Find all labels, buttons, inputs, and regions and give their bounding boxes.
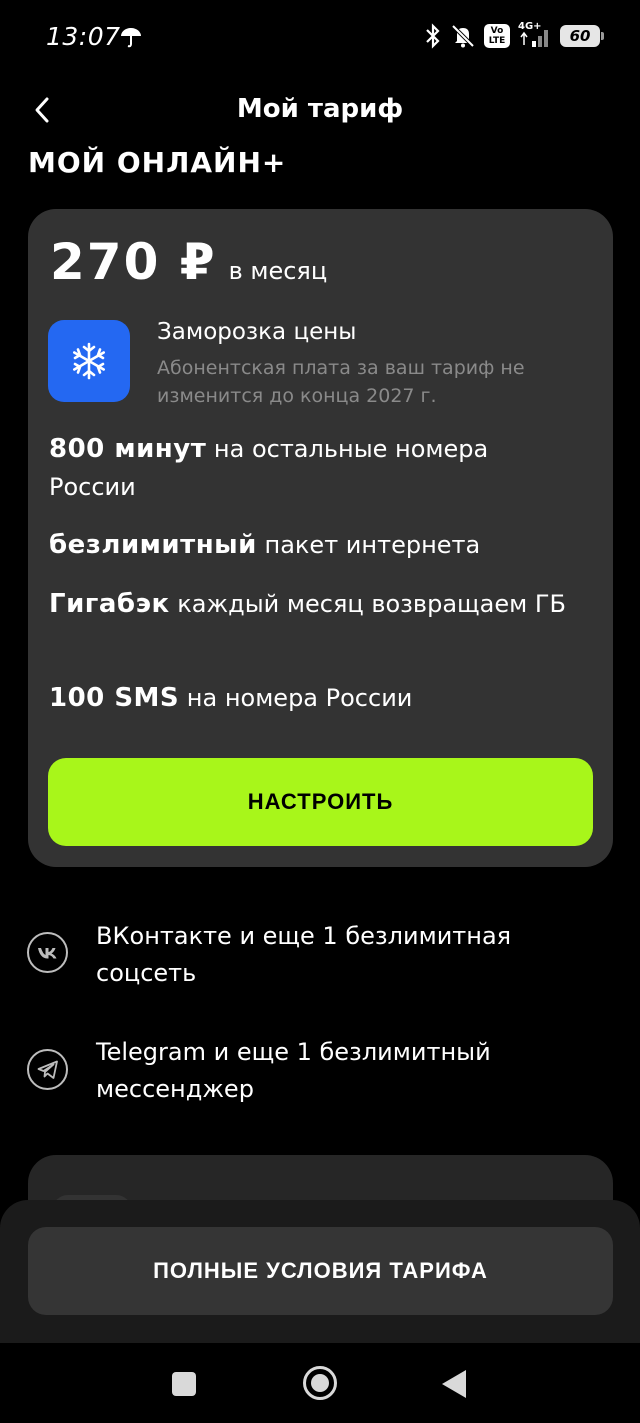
feature-minutes: 800 минут на остальные номера России — [49, 430, 579, 506]
screen: 13:07 Vo LTE 4G+ 60 Мой тариф МОЙ ОНЛАЙН… — [0, 0, 640, 1423]
feature-text: на номера России — [186, 684, 413, 712]
feature-sms: 100 SMS на номера России — [49, 679, 579, 717]
back-triangle-icon[interactable] — [442, 1370, 466, 1398]
feature-internet: безлимитный пакет интернета — [49, 526, 579, 564]
social-text: ВКонтакте и еще 1 безлимитная соцсеть — [96, 922, 512, 987]
status-bar: 13:07 Vo LTE 4G+ 60 — [0, 0, 640, 72]
feature-bold: 800 минут — [49, 434, 207, 464]
bluetooth-icon — [426, 23, 440, 49]
volte-badge: Vo LTE — [484, 24, 510, 48]
recents-icon[interactable] — [172, 1372, 196, 1396]
feature-bold: 100 SMS — [49, 683, 180, 713]
tariff-name: МОЙ ОНЛАЙН+ — [28, 146, 287, 179]
home-icon[interactable] — [303, 1366, 337, 1400]
full-terms-label: ПОЛНЫЕ УСЛОВИЯ ТАРИФА — [153, 1258, 488, 1283]
snowflake-icon — [48, 320, 130, 402]
feature-gigaback: Гигабэк каждый месяц возвращаем ГБ — [49, 585, 579, 623]
configure-label: НАСТРОИТЬ — [247, 789, 394, 814]
social-text: Telegram и еще 1 безлимитный мессенджер — [96, 1038, 491, 1103]
feature-text: пакет интернета — [264, 531, 481, 559]
system-nav-bar — [0, 1343, 640, 1423]
battery-icon: 60 — [560, 25, 604, 47]
telegram-icon — [27, 1049, 68, 1090]
bottom-sheet: ПОЛНЫЕ УСЛОВИЯ ТАРИФА — [0, 1200, 640, 1343]
signal-icon: 4G+ — [518, 21, 552, 49]
vk-icon — [27, 932, 68, 973]
freeze-title: Заморозка цены — [157, 319, 357, 345]
tariff-card: 270 ₽ в месяц Заморозка цены Абонентская… — [28, 209, 613, 867]
status-time: 13:07 — [46, 22, 121, 51]
network-type: 4G+ — [518, 21, 542, 32]
status-icons: Vo LTE 4G+ 60 — [424, 20, 604, 52]
feature-bold: безлимитный — [49, 530, 257, 560]
price-period: в месяц — [228, 257, 328, 285]
feature-bold: Гигабэк — [49, 589, 170, 619]
price-value: 270 ₽ — [50, 233, 217, 291]
freeze-description: Абонентская плата за ваш тариф не измени… — [157, 357, 525, 407]
full-terms-button[interactable]: ПОЛНЫЕ УСЛОВИЯ ТАРИФА — [28, 1227, 613, 1315]
umbrella-icon — [121, 28, 141, 48]
feature-text: каждый месяц возвращаем ГБ — [177, 590, 566, 618]
price: 270 ₽ в месяц — [50, 233, 327, 291]
configure-button[interactable]: НАСТРОИТЬ — [48, 758, 593, 846]
page-title: Мой тариф — [236, 94, 404, 124]
bell-muted-icon — [451, 24, 475, 48]
